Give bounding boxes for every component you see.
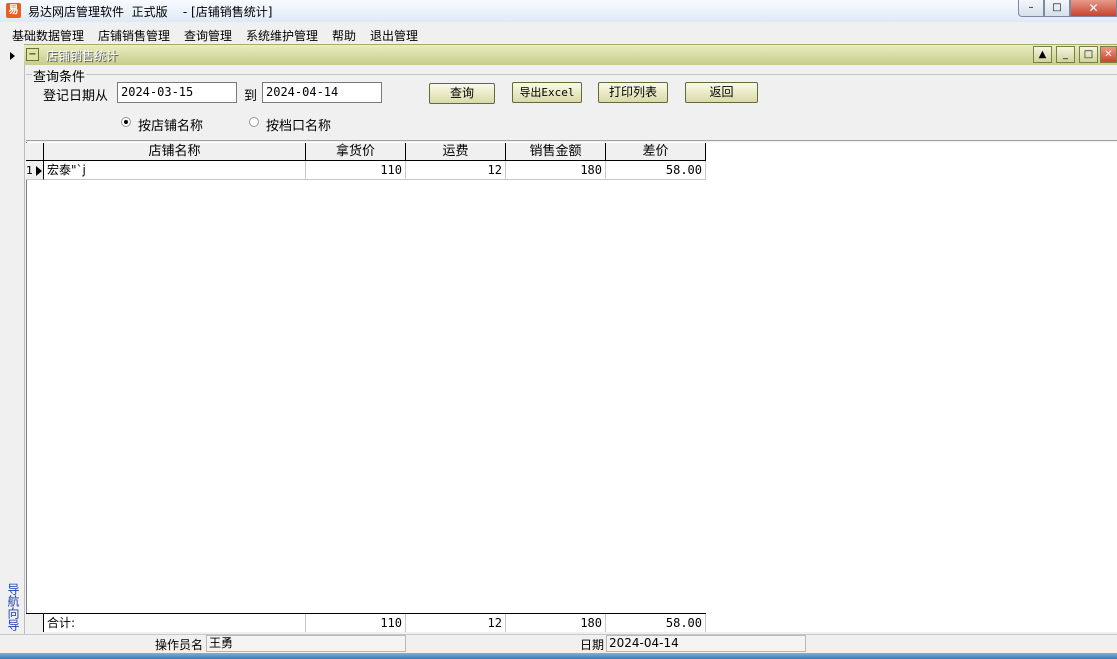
- table-cell-shop-name[interactable]: 宏泰"`j: [44, 161, 306, 180]
- date-label: 日期: [580, 638, 605, 652]
- menu-help[interactable]: 帮助: [332, 27, 356, 44]
- date-from-label: 登记日期从: [43, 89, 109, 104]
- radio-by-shop[interactable]: [121, 117, 131, 127]
- table-cell-cost[interactable]: 110: [306, 161, 406, 180]
- column-header-cost[interactable]: 拿货价: [306, 143, 406, 161]
- footer-total-diff: 58.00: [606, 614, 706, 632]
- menu-bar: 基础数据管理 店铺销售管理 查询管理 系统维护管理 帮助 退出管理: [0, 24, 1117, 44]
- footer-total-sales: 180: [506, 614, 606, 632]
- child-window-title: 店铺销售统计: [46, 49, 119, 63]
- window-title: 易达网店管理软件 正式版 - [店铺销售统计]: [28, 5, 273, 19]
- nav-wizard-label[interactable]: 导航向导: [5, 583, 22, 631]
- row-number: 1: [26, 164, 33, 177]
- sales-grid[interactable]: [26, 142, 1117, 632]
- table-cell-diff[interactable]: 58.00: [606, 161, 706, 180]
- menu-basic-data[interactable]: 基础数据管理: [12, 27, 84, 44]
- row-indicator[interactable]: 1: [26, 161, 44, 180]
- column-header-diff[interactable]: 差价: [606, 143, 706, 161]
- radio-by-shop-label[interactable]: 按店铺名称: [138, 115, 203, 134]
- column-header-freight[interactable]: 运费: [406, 143, 506, 161]
- query-group-title: 查询条件: [32, 66, 87, 85]
- print-list-button[interactable]: 打印列表: [598, 82, 668, 103]
- current-row-pointer-icon: [36, 166, 42, 176]
- menu-query[interactable]: 查询管理: [184, 27, 232, 44]
- operator-label: 操作员名: [155, 638, 204, 652]
- os-taskbar-edge: [0, 653, 1117, 659]
- footer-total-freight: 12: [406, 614, 506, 632]
- menu-shop-sales[interactable]: 店铺销售管理: [98, 27, 170, 44]
- radio-by-stall[interactable]: [249, 117, 259, 127]
- minimize-button[interactable]: –: [1018, 0, 1044, 17]
- footer-total-cost: 110: [306, 614, 406, 632]
- child-window-menu-icon[interactable]: −: [26, 48, 39, 61]
- footer-corner: [26, 614, 44, 632]
- table-cell-freight[interactable]: 12: [406, 161, 506, 180]
- date-to-input[interactable]: 2024-04-14: [262, 82, 382, 103]
- nav-strip: [0, 44, 25, 634]
- app-icon: 易: [6, 3, 21, 18]
- column-header-shop-name[interactable]: 店铺名称: [44, 143, 306, 161]
- table-cell-sales[interactable]: 180: [506, 161, 606, 180]
- back-button[interactable]: 返回: [685, 82, 758, 103]
- menu-exit[interactable]: 退出管理: [370, 27, 418, 44]
- column-header-sales[interactable]: 销售金额: [506, 143, 606, 161]
- maximize-button[interactable]: □: [1044, 0, 1070, 17]
- menu-system-maintenance[interactable]: 系统维护管理: [246, 27, 318, 44]
- date-from-input[interactable]: 2024-03-15: [117, 82, 237, 103]
- operator-value: 王勇: [206, 635, 406, 652]
- child-restore-up-icon[interactable]: ▲: [1033, 46, 1052, 63]
- date-to-label: 到: [244, 89, 258, 104]
- child-close-button[interactable]: ✕: [1100, 46, 1117, 63]
- divider: [26, 140, 1117, 141]
- nav-expand-icon[interactable]: [10, 52, 15, 60]
- close-button[interactable]: ✕: [1070, 0, 1117, 17]
- child-window-titlebar: − 店铺销售统计 ▲ _ □ ✕: [24, 44, 1117, 65]
- query-group-border: [26, 74, 1117, 75]
- title-bar: 易 易达网店管理软件 正式版 - [店铺销售统计] – □ ✕: [0, 0, 1117, 22]
- query-button[interactable]: 查询: [429, 83, 495, 104]
- child-minimize-button[interactable]: _: [1056, 46, 1075, 63]
- grid-corner-header: [26, 143, 44, 161]
- radio-by-stall-label[interactable]: 按档口名称: [266, 115, 331, 134]
- footer-total-label: 合计:: [44, 614, 306, 632]
- date-value: 2024-04-14: [606, 635, 806, 652]
- export-excel-button[interactable]: 导出Excel: [512, 82, 582, 103]
- child-maximize-button[interactable]: □: [1079, 46, 1098, 63]
